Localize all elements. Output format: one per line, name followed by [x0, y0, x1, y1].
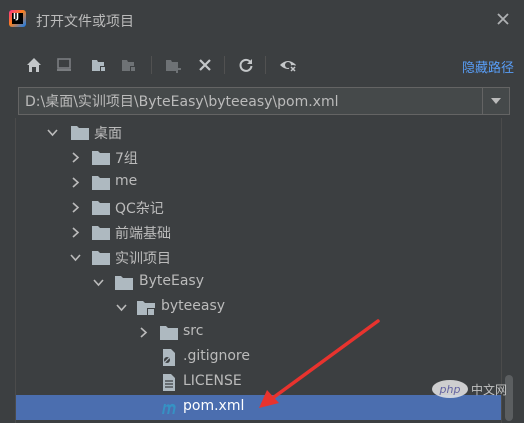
- tree-row-training[interactable]: 实训项目: [16, 245, 501, 270]
- folder-icon: [92, 176, 110, 190]
- toolbar-separator: [265, 56, 266, 74]
- tree-item-label: ByteEasy: [139, 273, 204, 289]
- tree-item-label: 实训项目: [115, 251, 171, 267]
- delete-icon: [199, 59, 211, 71]
- file-tree[interactable]: 桌面 7组 me QC杂记 前端基础 实训项目 ByteEasy byteeas…: [15, 118, 502, 423]
- dialog-title: 打开文件或项目: [36, 14, 134, 30]
- new-folder-icon: [166, 60, 181, 73]
- path-field: [18, 87, 510, 115]
- close-icon: [497, 13, 509, 25]
- tree-row-desktop[interactable]: 桌面: [16, 120, 501, 145]
- tree-row-qc[interactable]: QC杂记: [16, 195, 501, 220]
- new-folder-button[interactable]: [162, 54, 184, 76]
- tree-item-label: LICENSE: [183, 373, 242, 389]
- toolbar: [0, 50, 524, 80]
- app-icon-text: IJ: [13, 12, 19, 21]
- php-cn-watermark: php 中文网: [432, 378, 508, 400]
- folder-icon: [92, 151, 110, 165]
- folder-icon: [92, 201, 110, 215]
- hide-path-link[interactable]: 隐藏路径: [462, 57, 514, 76]
- chevron-down-icon[interactable]: [47, 127, 58, 138]
- show-hidden-icon: [280, 61, 297, 73]
- module-folder-button[interactable]: [118, 54, 140, 76]
- tree-row-pom[interactable]: pom.xml: [16, 395, 501, 420]
- tree-row-byteeasy-module[interactable]: byteeasy: [16, 295, 501, 320]
- watermark-text: 中文网: [471, 382, 508, 397]
- delete-button[interactable]: [194, 54, 216, 76]
- chevron-down-icon: [491, 98, 501, 104]
- tree-row-7zu[interactable]: 7组: [16, 145, 501, 170]
- text-file-icon: [163, 374, 175, 391]
- title-bar: IJ 打开文件或项目: [0, 0, 524, 42]
- tree-item-label: src: [183, 323, 204, 339]
- folder-icon: [92, 226, 110, 240]
- desktop-icon: [57, 58, 71, 71]
- tree-item-label: 桌面: [94, 126, 122, 142]
- chevron-down-icon[interactable]: [70, 252, 81, 263]
- tree-row-src[interactable]: src: [16, 320, 501, 345]
- close-button[interactable]: [494, 10, 512, 28]
- refresh-icon: [239, 58, 253, 72]
- tree-item-label: .gitignore: [183, 348, 250, 364]
- tree-row-byteeasy-root[interactable]: ByteEasy: [16, 270, 501, 295]
- tree-item-label: 7组: [115, 151, 138, 167]
- chevron-right-icon[interactable]: [70, 202, 81, 213]
- project-folder-button[interactable]: [88, 54, 110, 76]
- chevron-down-icon[interactable]: [116, 302, 127, 313]
- desktop-button[interactable]: [53, 54, 75, 76]
- maven-file-icon: [162, 403, 176, 414]
- chevron-right-icon[interactable]: [138, 327, 149, 338]
- php-logo: php: [432, 380, 468, 398]
- chevron-right-icon[interactable]: [70, 227, 81, 238]
- refresh-button[interactable]: [235, 54, 257, 76]
- tree-item-label: byteeasy: [161, 298, 226, 314]
- toolbar-separator: [224, 56, 225, 74]
- intellij-app-icon: IJ: [9, 10, 26, 27]
- path-input[interactable]: [19, 88, 485, 114]
- module-folder-icon: [137, 301, 155, 315]
- toolbar-separator: [151, 56, 152, 74]
- tree-item-label: pom.xml: [183, 398, 245, 414]
- gitignore-file-icon: [163, 349, 175, 366]
- folder-icon: [115, 276, 133, 290]
- folder-icon: [160, 326, 178, 340]
- tree-row-license[interactable]: LICENSE: [16, 370, 501, 395]
- tree-item-label: QC杂记: [115, 201, 164, 217]
- tree-row-me[interactable]: me: [16, 170, 501, 195]
- folder-icon: [92, 251, 110, 265]
- home-button[interactable]: [23, 54, 45, 76]
- chevron-down-icon[interactable]: [93, 277, 104, 288]
- module-folder-icon: [122, 60, 136, 72]
- chevron-right-icon[interactable]: [70, 177, 81, 188]
- tree-item-label: 前端基础: [115, 226, 171, 242]
- project-folder-icon: [92, 60, 106, 72]
- chevron-right-icon[interactable]: [70, 152, 81, 163]
- tree-item-label: me: [115, 173, 138, 189]
- folder-icon: [71, 126, 89, 140]
- show-hidden-button[interactable]: [278, 54, 300, 76]
- path-history-dropdown[interactable]: [482, 88, 509, 114]
- tree-row-frontend[interactable]: 前端基础: [16, 220, 501, 245]
- home-icon: [27, 58, 41, 72]
- tree-row-gitignore[interactable]: .gitignore: [16, 345, 501, 370]
